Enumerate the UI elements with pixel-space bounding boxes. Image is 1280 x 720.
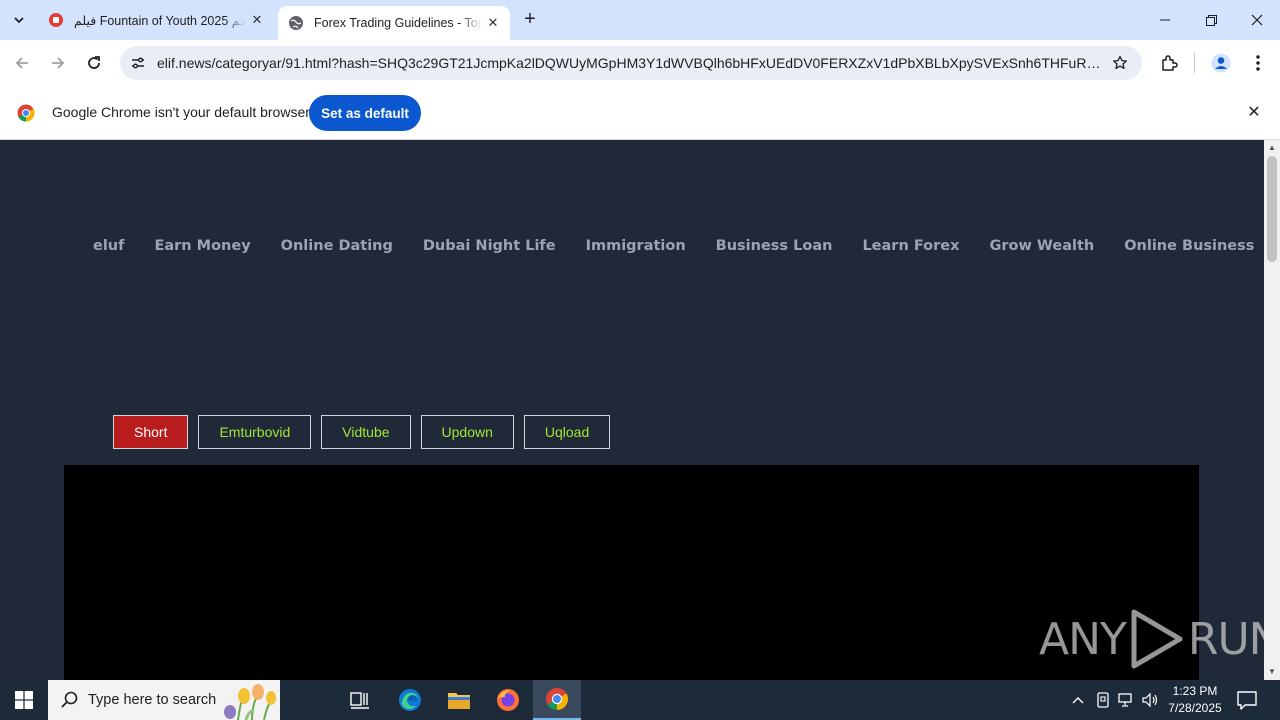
site-info-icon[interactable] xyxy=(126,51,150,75)
extensions-icon[interactable] xyxy=(1155,49,1183,77)
minimize-icon xyxy=(1160,19,1170,21)
server-selector: Short Emturbovid Vidtube Updown Uqload xyxy=(113,415,611,449)
restore-button[interactable] xyxy=(1188,0,1234,40)
server-button-updown[interactable]: Updown xyxy=(420,415,514,449)
file-explorer-button[interactable] xyxy=(435,680,483,720)
youtube-like-icon xyxy=(48,12,64,28)
server-button-short[interactable]: Short xyxy=(113,415,189,449)
flowers-decoration-icon xyxy=(224,684,276,720)
nav-link-dubai-night-life[interactable]: Dubai Night Life xyxy=(423,238,556,254)
nav-link-business-loan[interactable]: Business Loan xyxy=(716,238,833,254)
tab-title: Forex Trading Guidelines - TopForex xyxy=(314,16,482,30)
video-player[interactable]: ANY RUN xyxy=(64,465,1264,680)
search-icon xyxy=(61,691,78,708)
play-logo-icon xyxy=(1131,609,1183,669)
taskbar-search[interactable]: Type here to search xyxy=(48,680,280,720)
clock-time: 1:23 PM xyxy=(1172,684,1218,698)
tab-search-button[interactable] xyxy=(6,7,32,33)
toolbar-separator xyxy=(1194,53,1195,73)
close-window-button[interactable] xyxy=(1234,0,1280,40)
set-as-default-button[interactable]: Set as default xyxy=(309,95,421,131)
search-placeholder: Type here to search xyxy=(88,692,217,708)
back-button[interactable] xyxy=(8,49,36,77)
profile-avatar-icon[interactable] xyxy=(1207,49,1235,77)
edge-app-button[interactable] xyxy=(386,680,434,720)
nav-link-learn-forex[interactable]: Learn Forex xyxy=(862,238,959,254)
forward-button[interactable] xyxy=(44,49,72,77)
system-clock[interactable]: 1:23 PM 7/28/2025 xyxy=(1160,683,1230,717)
anyrun-watermark: ANY RUN xyxy=(1039,608,1264,670)
address-bar[interactable]: elif.news/categoryar/91.html?hash=SHQ3c2… xyxy=(120,46,1142,80)
volume-icon[interactable] xyxy=(1141,690,1161,710)
tab-close-icon[interactable]: ✕ xyxy=(482,15,504,31)
reload-button[interactable] xyxy=(80,49,108,77)
minimize-button[interactable] xyxy=(1142,0,1188,40)
watermark-left-text: ANY xyxy=(1039,613,1127,665)
tab-close-icon[interactable]: ✕ xyxy=(246,12,268,28)
arrow-right-icon xyxy=(52,57,65,69)
web-page: eluf Earn Money Online Dating Dubai Nigh… xyxy=(0,140,1264,680)
arrow-left-icon xyxy=(15,57,28,69)
server-button-uqload[interactable]: Uqload xyxy=(523,415,611,449)
tab-strip: فيلم Fountain of Youth 2025 مترجم ✕ Fore… xyxy=(0,0,1280,40)
more-menu-icon[interactable] xyxy=(1244,49,1272,77)
scroll-down-arrow-icon[interactable]: ▼ xyxy=(1264,664,1280,680)
new-tab-button[interactable]: + xyxy=(518,8,542,32)
chrome-app-button[interactable] xyxy=(533,680,581,720)
tab-inactive[interactable]: فيلم Fountain of Youth 2025 مترجم ✕ xyxy=(38,0,274,40)
browser-toolbar: elif.news/categoryar/91.html?hash=SHQ3c2… xyxy=(0,40,1280,86)
nav-link-grow-wealth[interactable]: Grow Wealth xyxy=(989,238,1094,254)
nav-link-immigration[interactable]: Immigration xyxy=(586,238,686,254)
show-hidden-icons-chevron-icon[interactable] xyxy=(1068,690,1088,710)
scroll-thumb[interactable] xyxy=(1267,156,1277,262)
site-nav: eluf Earn Money Online Dating Dubai Nigh… xyxy=(93,238,1254,254)
nav-link-online-dating[interactable]: Online Dating xyxy=(281,238,393,254)
network-icon[interactable] xyxy=(1117,690,1137,710)
edge-browser-icon xyxy=(399,689,421,711)
globe-icon xyxy=(288,15,304,31)
watermark-right-text: RUN xyxy=(1187,613,1264,665)
default-browser-infobar: Google Chrome isn't your default browser… xyxy=(0,86,1280,140)
chrome-icon xyxy=(546,688,568,710)
notification-center-icon[interactable] xyxy=(1236,690,1258,710)
close-icon xyxy=(1251,14,1263,26)
url-text[interactable]: elif.news/categoryar/91.html?hash=SHQ3c2… xyxy=(157,46,1101,80)
firefox-icon xyxy=(497,689,519,711)
windows-logo-icon xyxy=(15,691,33,709)
task-view-button[interactable] xyxy=(336,680,384,720)
chevron-down-icon xyxy=(14,17,24,24)
task-view-icon xyxy=(350,692,369,709)
windows-taskbar: Type here to search 1:23 PM 7/28/2025 xyxy=(0,680,1280,720)
reload-icon xyxy=(88,56,100,69)
infobar-message: Google Chrome isn't your default browser xyxy=(52,104,310,120)
server-button-vidtube[interactable]: Vidtube xyxy=(321,415,411,449)
bookmark-star-icon[interactable] xyxy=(1108,51,1132,75)
scroll-up-arrow-icon[interactable]: ▲ xyxy=(1264,140,1280,156)
tab-active[interactable]: Forex Trading Guidelines - TopForex ✕ xyxy=(278,6,510,40)
nav-link-online-business[interactable]: Online Business xyxy=(1124,238,1254,254)
tab-title: فيلم Fountain of Youth 2025 مترجم xyxy=(74,12,246,28)
clock-date: 7/28/2025 xyxy=(1168,701,1222,715)
server-button-emturbovid[interactable]: Emturbovid xyxy=(198,415,312,449)
device-icon[interactable] xyxy=(1093,690,1113,710)
infobar-close-icon[interactable]: ✕ xyxy=(1244,103,1264,123)
page-scrollbar[interactable]: ▲ ▼ xyxy=(1264,140,1280,680)
chrome-logo-icon xyxy=(17,104,35,122)
folder-icon xyxy=(448,693,470,709)
firefox-app-button[interactable] xyxy=(484,680,532,720)
start-button[interactable] xyxy=(0,680,48,720)
restore-icon xyxy=(1205,14,1217,26)
nav-link-earn-money[interactable]: Earn Money xyxy=(154,238,250,254)
nav-link-eluf[interactable]: eluf xyxy=(93,238,124,254)
